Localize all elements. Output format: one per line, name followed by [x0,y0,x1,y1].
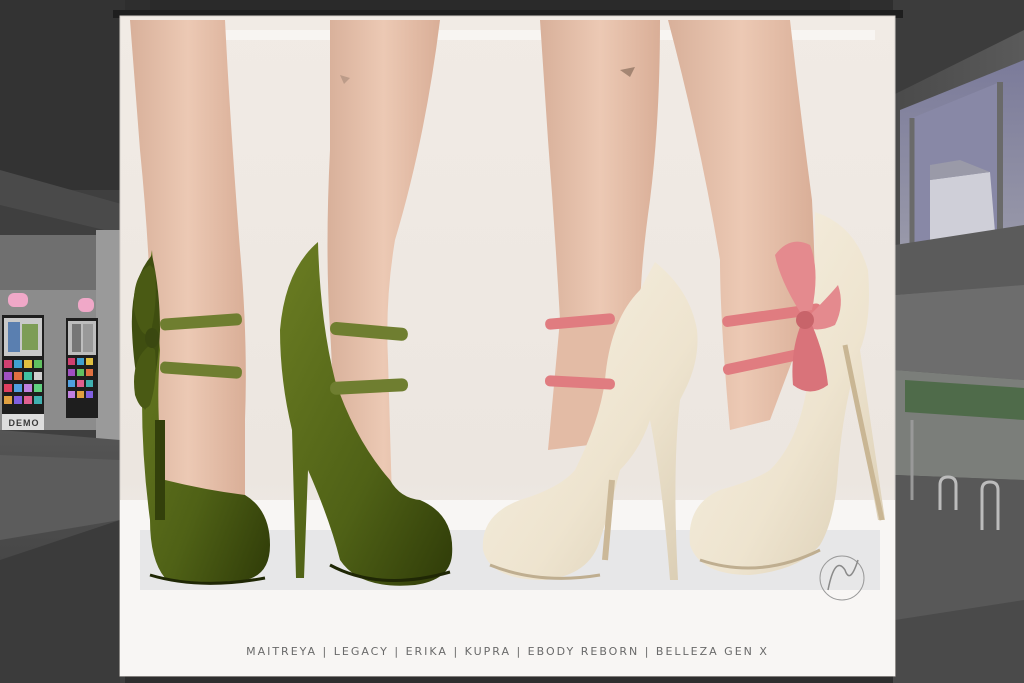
scene [0,0,1024,683]
store-right-background [893,0,1024,683]
avatar-compatibility-caption: MAITREYA | LEGACY | ERIKA | KUPRA | EBOD… [246,645,769,658]
demo-sign: DEMO [8,418,40,428]
